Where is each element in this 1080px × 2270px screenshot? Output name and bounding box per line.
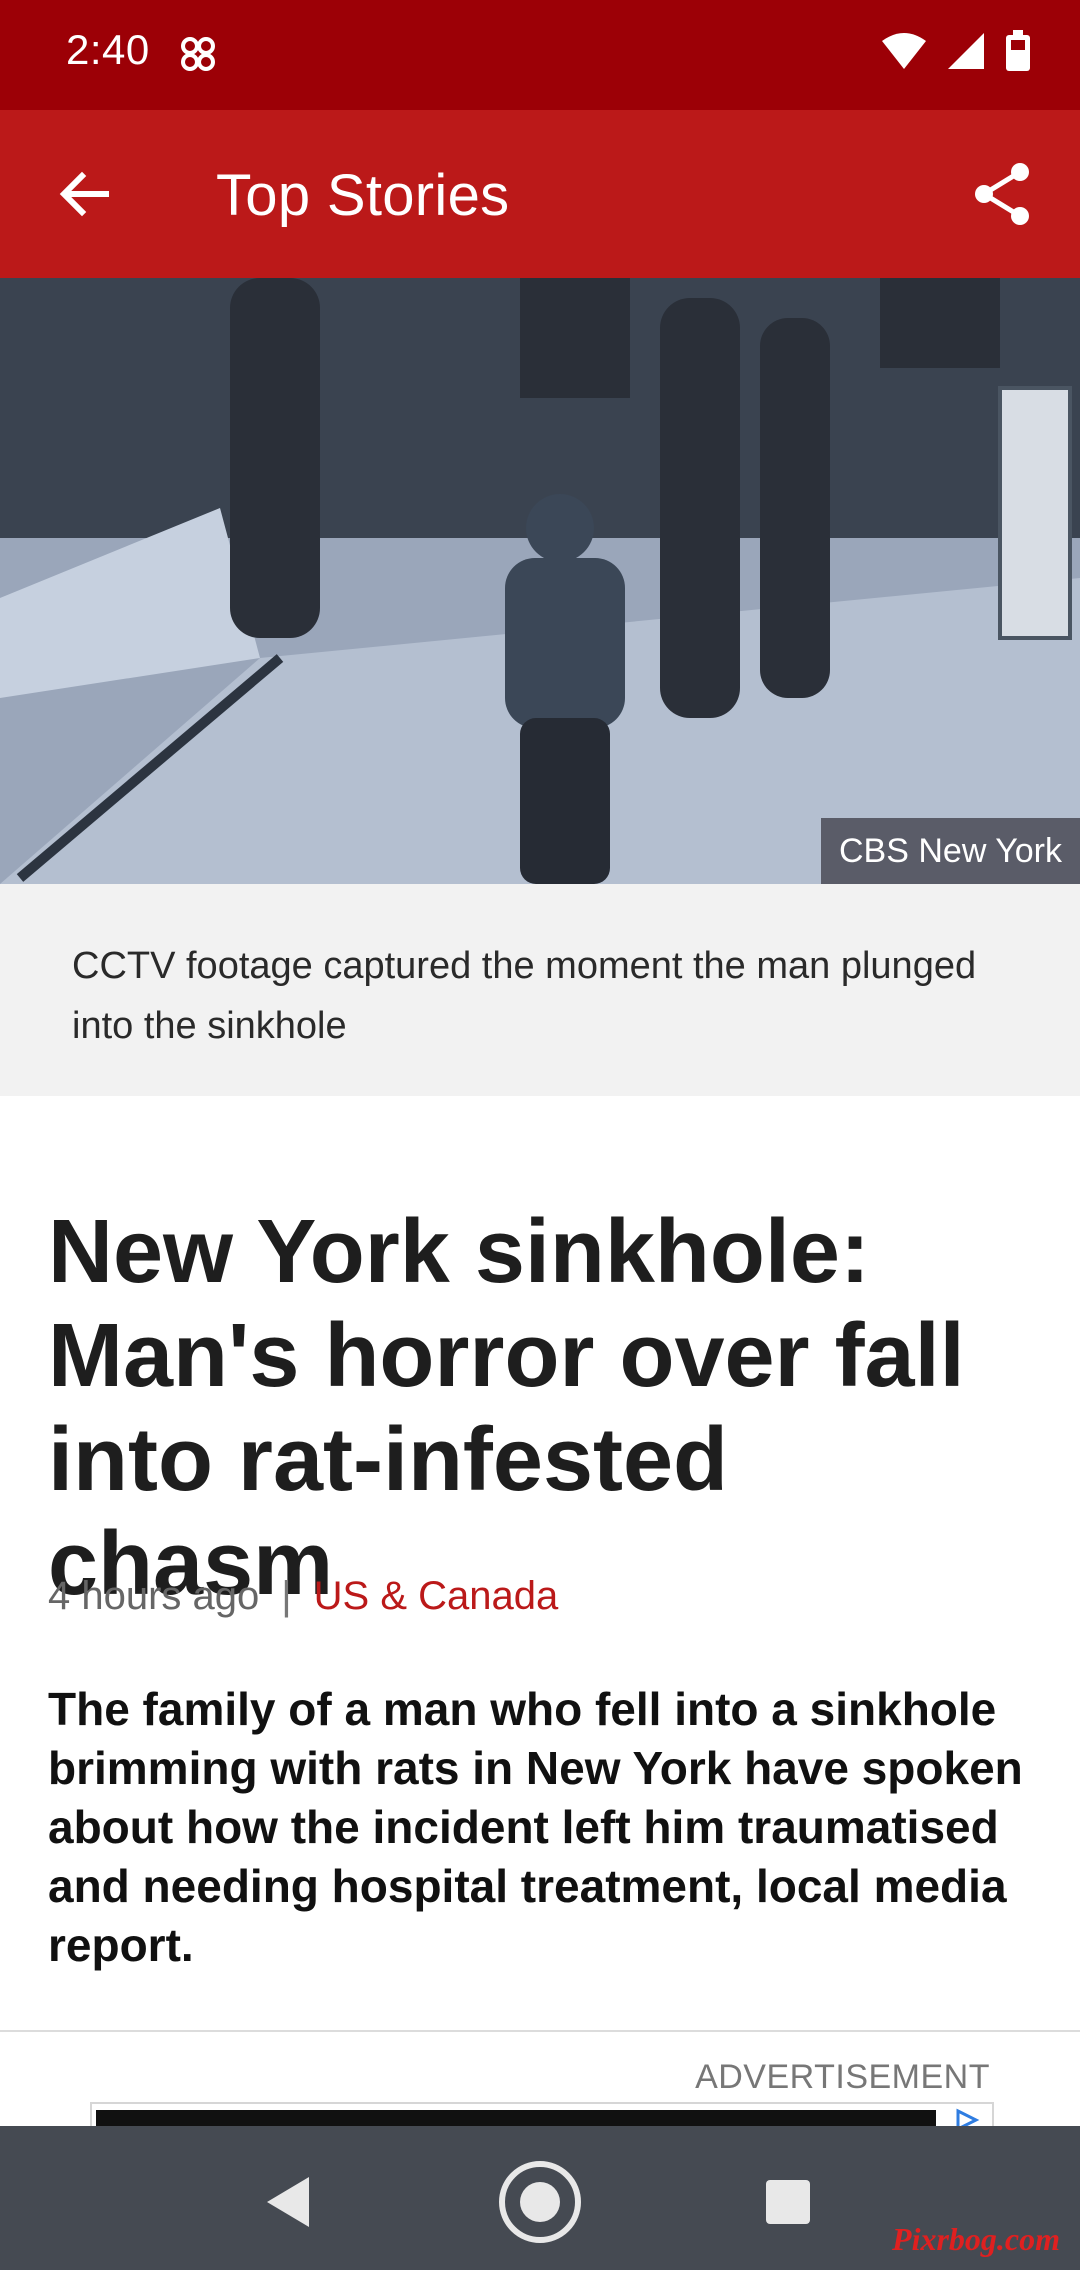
meta-separator: |	[281, 1574, 292, 1618]
status-bar: 2:40	[0, 0, 1080, 110]
article-summary: The family of a man who fell into a sink…	[48, 1683, 1023, 1971]
article-meta: 4 hours ago | US & Canada	[48, 1574, 558, 1619]
page-title: Top Stories	[216, 163, 510, 228]
image-caption: CCTV footage captured the moment the man…	[72, 945, 977, 1047]
system-nav-bar: Pixrbog.com	[0, 2126, 1080, 2270]
advertisement-label: ADVERTISEMENT	[695, 2058, 990, 2096]
nav-back-button[interactable]	[246, 2160, 330, 2244]
nav-home-button[interactable]	[498, 2160, 582, 2244]
advertisement-frame[interactable]	[90, 2102, 994, 2130]
back-triangle-icon	[267, 2177, 309, 2227]
app-bar: Top Stories	[0, 110, 1080, 278]
topic-link[interactable]: US & Canada	[314, 1574, 559, 1619]
arrow-left-icon	[59, 171, 109, 217]
image-credit: CBS New York	[821, 818, 1080, 884]
cellular-signal-icon	[948, 33, 984, 69]
nav-recents-button[interactable]	[746, 2160, 830, 2244]
divider	[0, 2030, 1080, 2032]
back-button[interactable]	[44, 154, 124, 234]
home-circle-icon	[499, 2161, 581, 2243]
status-time: 2:40	[66, 26, 150, 73]
wifi-icon	[882, 33, 926, 69]
article-headline: New York sinkhole: Man's horror over fal…	[48, 1202, 965, 1614]
share-icon	[975, 163, 1029, 225]
cctv-footage-image	[0, 278, 1080, 884]
share-button[interactable]	[960, 152, 1044, 236]
hero-image[interactable]: CBS New York	[0, 278, 1080, 884]
app-notification-icon	[181, 37, 215, 71]
image-caption-box: CCTV footage captured the moment the man…	[0, 884, 1080, 1096]
article-timestamp: 4 hours ago	[48, 1574, 260, 1618]
watermark: Pixrbog.com	[892, 2221, 1060, 2257]
status-icons	[880, 30, 1032, 72]
recents-square-icon	[766, 2180, 810, 2224]
battery-icon	[1006, 30, 1030, 71]
